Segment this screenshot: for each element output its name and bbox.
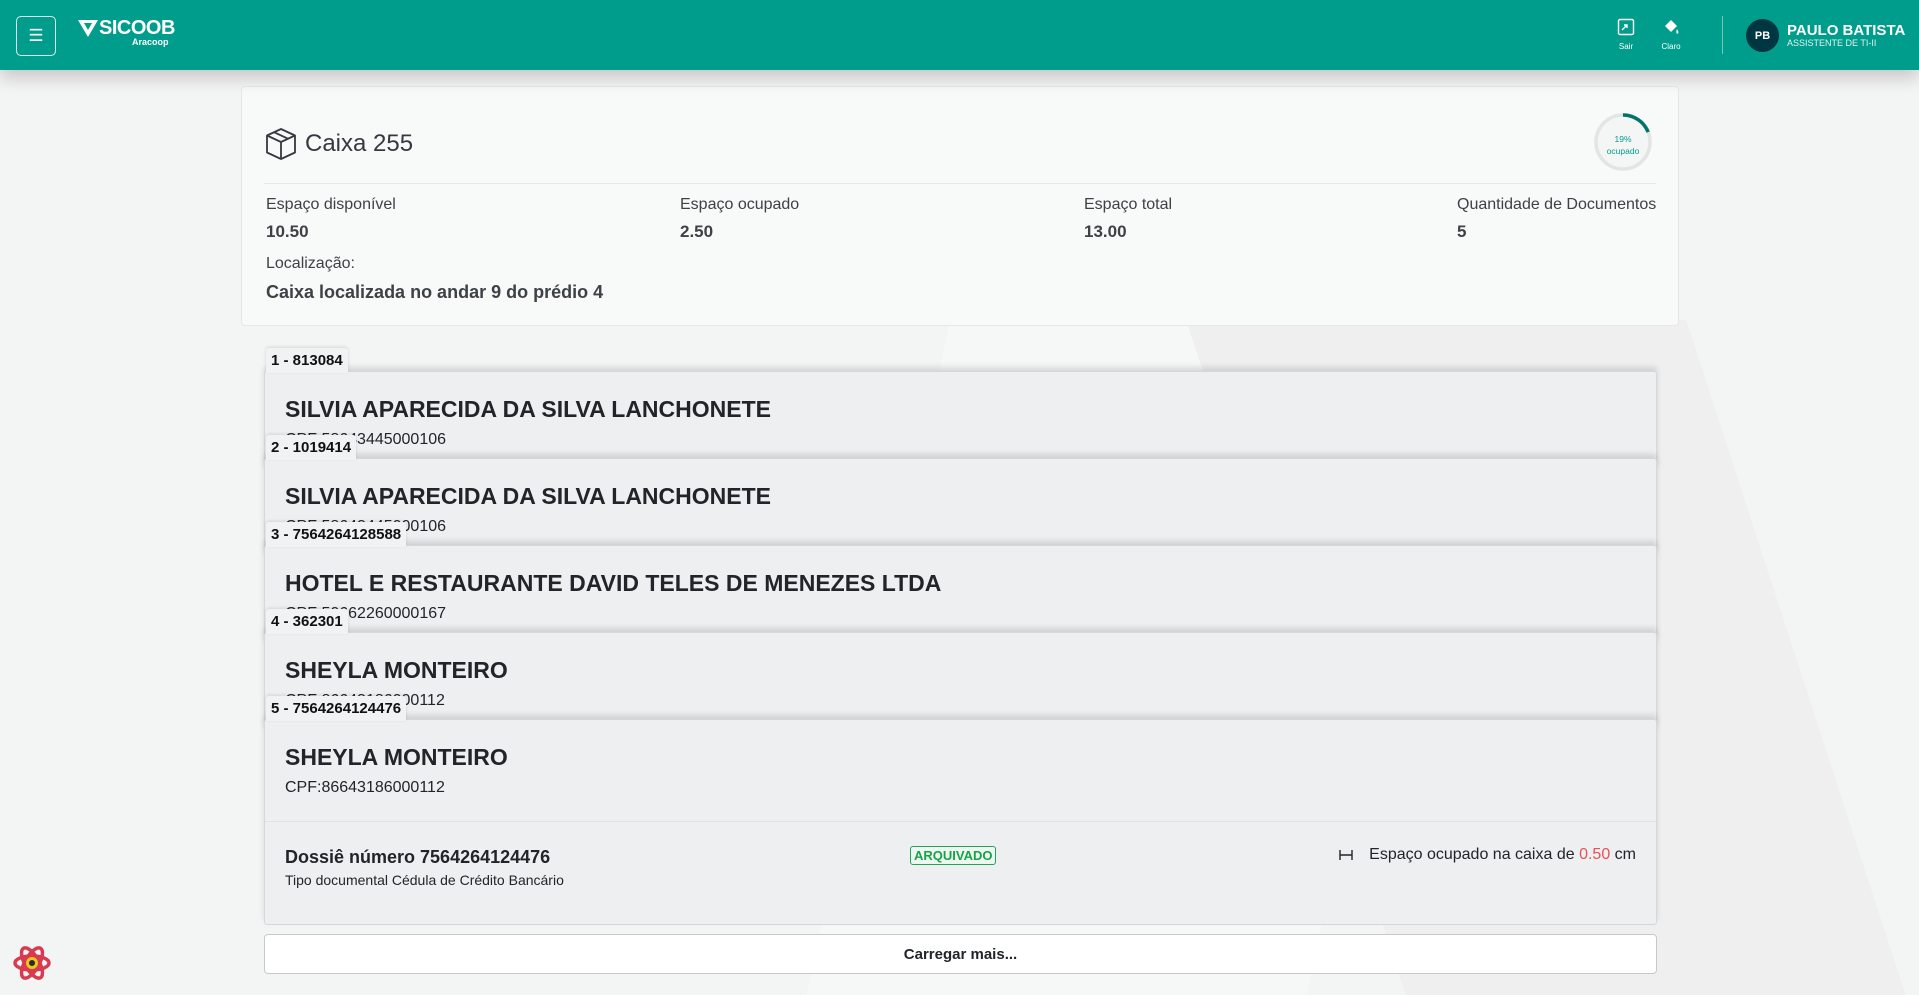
user-role: ASSISTENTE DE TI-II xyxy=(1787,38,1877,48)
logout-icon xyxy=(1617,18,1635,36)
document-name: SHEYLA MONTEIRO xyxy=(285,657,508,683)
stat-total: Espaço total 13.00 xyxy=(1084,196,1172,242)
document-cpf: CPF:86643186000112 xyxy=(285,779,445,796)
document-card[interactable]: 4 - 362301 SHEYLA MONTEIRO CPF:866431860… xyxy=(264,609,1657,732)
logout-label: Sair xyxy=(1618,42,1634,51)
sicoob-mark-icon xyxy=(78,19,98,37)
stat-occupied: Espaço ocupado 2.50 xyxy=(680,196,799,242)
stat-available: Espaço disponível 10.50 xyxy=(266,196,396,242)
status-badge: ARQUIVADO xyxy=(910,846,997,865)
box-info-card: Caixa 255 19% ocupado Espaço disponível … xyxy=(241,86,1679,326)
stat-value: 5 xyxy=(1457,222,1467,241)
react-devtools-icon[interactable] xyxy=(12,943,52,983)
top-navbar: ☰ SICOOB Aracoop Sair Claro PB PAULO BAT… xyxy=(0,0,1919,70)
box-icon xyxy=(266,128,296,160)
space-prefix: Espaço ocupado na caixa de xyxy=(1369,846,1575,863)
sicoob-logo[interactable]: SICOOB Aracoop xyxy=(78,17,175,47)
stat-value: 2.50 xyxy=(680,222,714,241)
hamburger-menu-button[interactable]: ☰ xyxy=(16,16,56,56)
document-card[interactable]: 1 - 813084 SILVIA APARECIDA DA SILVA LAN… xyxy=(264,348,1657,471)
document-tab[interactable]: 4 - 362301 xyxy=(266,609,348,634)
document-tab[interactable]: 3 - 7564264128588 xyxy=(266,522,407,547)
width-icon xyxy=(1339,850,1353,860)
document-tab[interactable]: 1 - 813084 xyxy=(266,348,348,373)
brand-sub: Aracoop xyxy=(132,37,169,47)
occupancy-percent: 19% xyxy=(1614,134,1632,144)
stat-doc-count: Quantidade de Documentos 5 xyxy=(1457,196,1656,242)
document-tab[interactable]: 5 - 7564264124476 xyxy=(266,696,407,721)
location-label: Localização: xyxy=(266,255,355,272)
theme-toggle-button[interactable]: Claro xyxy=(1656,18,1686,51)
theme-label: Claro xyxy=(1661,42,1681,51)
document-name: SILVIA APARECIDA DA SILVA LANCHONETE xyxy=(285,483,771,509)
logout-button[interactable]: Sair xyxy=(1611,18,1641,51)
paint-bucket-icon xyxy=(1665,20,1679,34)
location-value: Caixa localizada no andar 9 do prédio 4 xyxy=(266,282,604,302)
space-occupied: Espaço ocupado na caixa de 0.50 cm xyxy=(1339,846,1636,864)
box-title: Caixa 255 xyxy=(264,127,413,161)
location: Localização: Caixa localizada no andar 9… xyxy=(266,255,603,303)
document-card[interactable]: 3 - 7564264128588 HOTEL E RESTAURANTE DA… xyxy=(264,522,1657,645)
menu-icon: ☰ xyxy=(28,26,44,45)
load-more-button[interactable]: Carregar mais... xyxy=(264,934,1657,974)
stat-label: Espaço total xyxy=(1084,196,1173,213)
stat-value: 10.50 xyxy=(266,222,309,241)
card-divider xyxy=(264,183,1656,184)
document-name: SILVIA APARECIDA DA SILVA LANCHONETE xyxy=(285,396,771,422)
occupancy-indicator: 19% ocupado xyxy=(1593,112,1653,172)
stat-value: 13.00 xyxy=(1084,222,1127,241)
box-title-text: Caixa 255 xyxy=(305,130,414,157)
dossie-number: Dossiê número 7564264124476 xyxy=(285,847,551,867)
stat-label: Espaço ocupado xyxy=(680,196,800,213)
space-unit: cm xyxy=(1614,846,1636,863)
document-card[interactable]: 2 - 1019414 SILVIA APARECIDA DA SILVA LA… xyxy=(264,435,1657,558)
document-details: Dossiê número 7564264124476 Tipo documen… xyxy=(265,821,1656,924)
document-tab[interactable]: 2 - 1019414 xyxy=(266,435,357,460)
space-value: 0.50 xyxy=(1579,846,1611,863)
avatar[interactable]: PB xyxy=(1746,19,1779,52)
document-name: HOTEL E RESTAURANTE DAVID TELES DE MENEZ… xyxy=(285,570,942,596)
document-type: Tipo documental Cédula de Crédito Bancár… xyxy=(285,872,564,888)
header-divider xyxy=(1722,16,1723,54)
document-card-expanded[interactable]: 5 - 7564264124476 SHEYLA MONTEIRO CPF:86… xyxy=(264,696,1657,925)
occupancy-sub: ocupado xyxy=(1606,146,1640,156)
stat-label: Quantidade de Documentos xyxy=(1457,196,1657,213)
document-name: SHEYLA MONTEIRO xyxy=(285,744,508,770)
user-name: PAULO BATISTA xyxy=(1787,22,1906,39)
stat-label: Espaço disponível xyxy=(266,196,396,213)
